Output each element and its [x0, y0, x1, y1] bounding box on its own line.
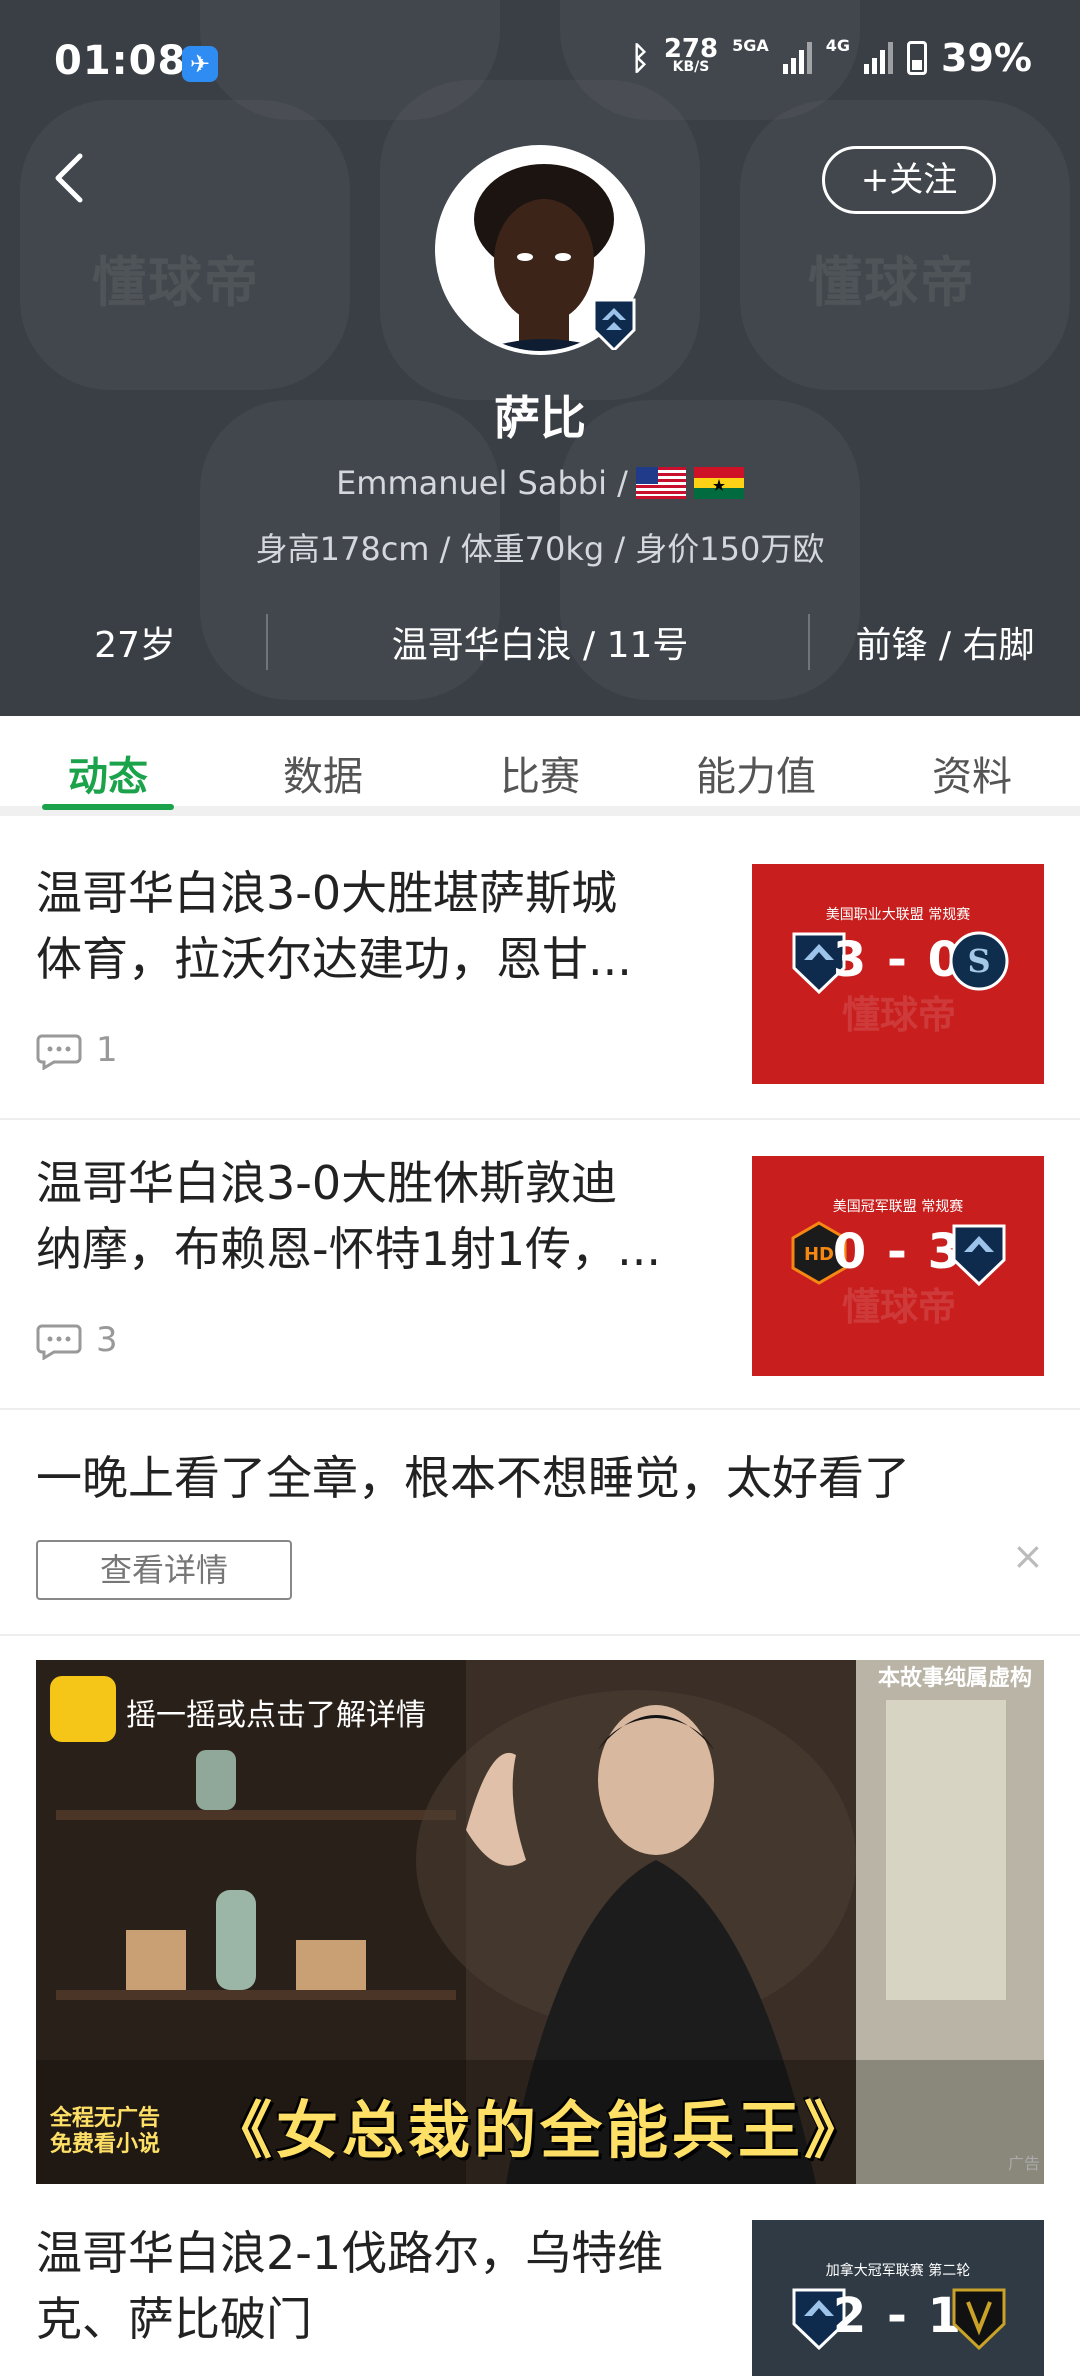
player-english-row: Emmanuel Sabbi /: [0, 464, 1080, 502]
thumbnail-competition: 美国冠军联盟 常规赛: [832, 1199, 964, 1215]
divider: [808, 614, 810, 670]
ad-banner[interactable]: 摇一摇或点击了解详情 本故事纯属虚构 全程无广告 免费看小说 《女总裁的全能兵王…: [36, 1660, 1044, 2184]
watermark: 懂球帝: [92, 251, 260, 314]
watermark: 懂球帝: [808, 251, 976, 314]
svg-text:S: S: [967, 942, 990, 980]
whitecaps-badge-icon: [952, 1224, 1006, 1286]
tab-data[interactable]: 数据: [243, 744, 403, 802]
news-title: 温哥华白浪2-1伐路尔，乌特维 克、萨比破门: [36, 2226, 664, 2346]
player-club-number: 温哥华白浪 / 11号: [391, 625, 689, 666]
comment-icon: [36, 1324, 82, 1360]
news-thumbnail: 懂球帝 美国冠军联盟 常规赛 HD 0 - 3: [752, 1156, 1044, 1376]
thumbnail-competition: 美国职业大联盟 常规赛: [825, 907, 971, 923]
chevron-left-icon: [55, 153, 83, 203]
ghana-flag-icon: [693, 467, 744, 499]
status-time: 01:08: [54, 38, 187, 84]
comment-icon: [36, 1034, 82, 1070]
battery-icon: [907, 41, 928, 75]
divider: [266, 614, 268, 670]
player-english-name: Emmanuel Sabbi /: [336, 464, 628, 502]
sim1-label: 5GA: [732, 36, 769, 55]
news-thumbnail: 加拿大冠军联赛 第二轮 2 - 1: [752, 2220, 1044, 2376]
close-ad-icon[interactable]: ×: [1012, 1534, 1044, 1578]
net-speed: 278 KB/S: [663, 34, 719, 75]
usa-flag-icon: [635, 467, 686, 499]
news-thumbnail: 懂球帝 美国职业大联盟 常规赛 3 - 0 S: [752, 864, 1044, 1084]
news-item[interactable]: 温哥华白浪2-1伐路尔，乌特维 克、萨比破门 加拿大冠军联赛 第二轮 2 - 1: [0, 2200, 1080, 2376]
divider: [0, 1634, 1080, 1636]
status-bar: 01:08 ✈ ᛒ 278 KB/S 5GA 4G 39%: [0, 0, 1080, 125]
promo-text[interactable]: 一晚上看了全章，根本不想睡觉，太好看了: [36, 1442, 910, 1508]
player-body-stats: 身高178cm / 体重70kg / 身价150万欧: [255, 530, 825, 568]
valour-badge-icon: [952, 2288, 1006, 2350]
tab-indicator: [42, 804, 174, 810]
status-indicators: ᛒ 278 KB/S 5GA 4G 39%: [631, 36, 1032, 80]
ad-shake-text: 摇一摇或点击了解详情: [126, 1698, 426, 1733]
view-details-button[interactable]: 查看详情: [36, 1540, 292, 1600]
follow-button[interactable]: +关注: [822, 146, 996, 214]
sim2-label: 4G: [825, 36, 851, 55]
tab-news[interactable]: 动态: [28, 744, 188, 802]
ad-disclaimer: 本故事纯属虚构: [877, 1666, 1032, 1691]
club-badge-icon: [592, 298, 636, 350]
news-title: 温哥华白浪3-0大胜休斯敦迪 纳摩，布赖恩-怀特1射1传，...: [36, 1156, 661, 1276]
bluetooth-icon: ᛒ: [630, 39, 650, 77]
news-item[interactable]: 温哥华白浪3-0大胜休斯敦迪 纳摩，布赖恩-怀特1射1传，... 3 懂球帝 美…: [0, 1120, 1080, 1410]
back-button[interactable]: [50, 148, 100, 208]
news-item[interactable]: 温哥华白浪3-0大胜堪萨斯城 体育，拉沃尔达建功，恩甘... 1 懂球帝 美国职…: [0, 826, 1080, 1120]
thumbnail-competition: 加拿大冠军联赛 第二轮: [825, 2263, 971, 2279]
player-position-foot: 前锋 / 右脚: [855, 625, 1035, 666]
comment-count: 1: [36, 1030, 118, 1070]
notification-app-icon: ✈: [182, 46, 218, 82]
ad-title: 《女总裁的全能兵王》: [209, 2094, 870, 2167]
signal-icon: [864, 42, 894, 74]
ad-tag: 广告: [1008, 2154, 1041, 2173]
sporting-kc-badge-icon: S: [949, 931, 1009, 991]
comment-count: 3: [36, 1320, 118, 1360]
player-header: 懂球帝 懂球帝 01:08 ✈ ᛒ 278 KB/S 5GA 4G 39% +关…: [0, 0, 1080, 716]
tab-ability[interactable]: 能力值: [676, 744, 836, 802]
tab-bar: 动态 数据 比赛 能力值 资料: [0, 716, 1080, 816]
player-info-row: 27岁 温哥华白浪 / 11号 前锋 / 右脚: [0, 606, 1080, 676]
tab-matches[interactable]: 比赛: [460, 744, 620, 802]
signal-icon: [782, 42, 812, 74]
player-name: 萨比: [494, 391, 586, 445]
battery-percent: 39%: [941, 36, 1032, 80]
news-title: 温哥华白浪3-0大胜堪萨斯城 体育，拉沃尔达建功，恩甘...: [36, 866, 632, 986]
player-age: 27岁: [94, 625, 176, 666]
shake-icon: [50, 1676, 116, 1742]
tab-profile[interactable]: 资料: [892, 744, 1052, 802]
